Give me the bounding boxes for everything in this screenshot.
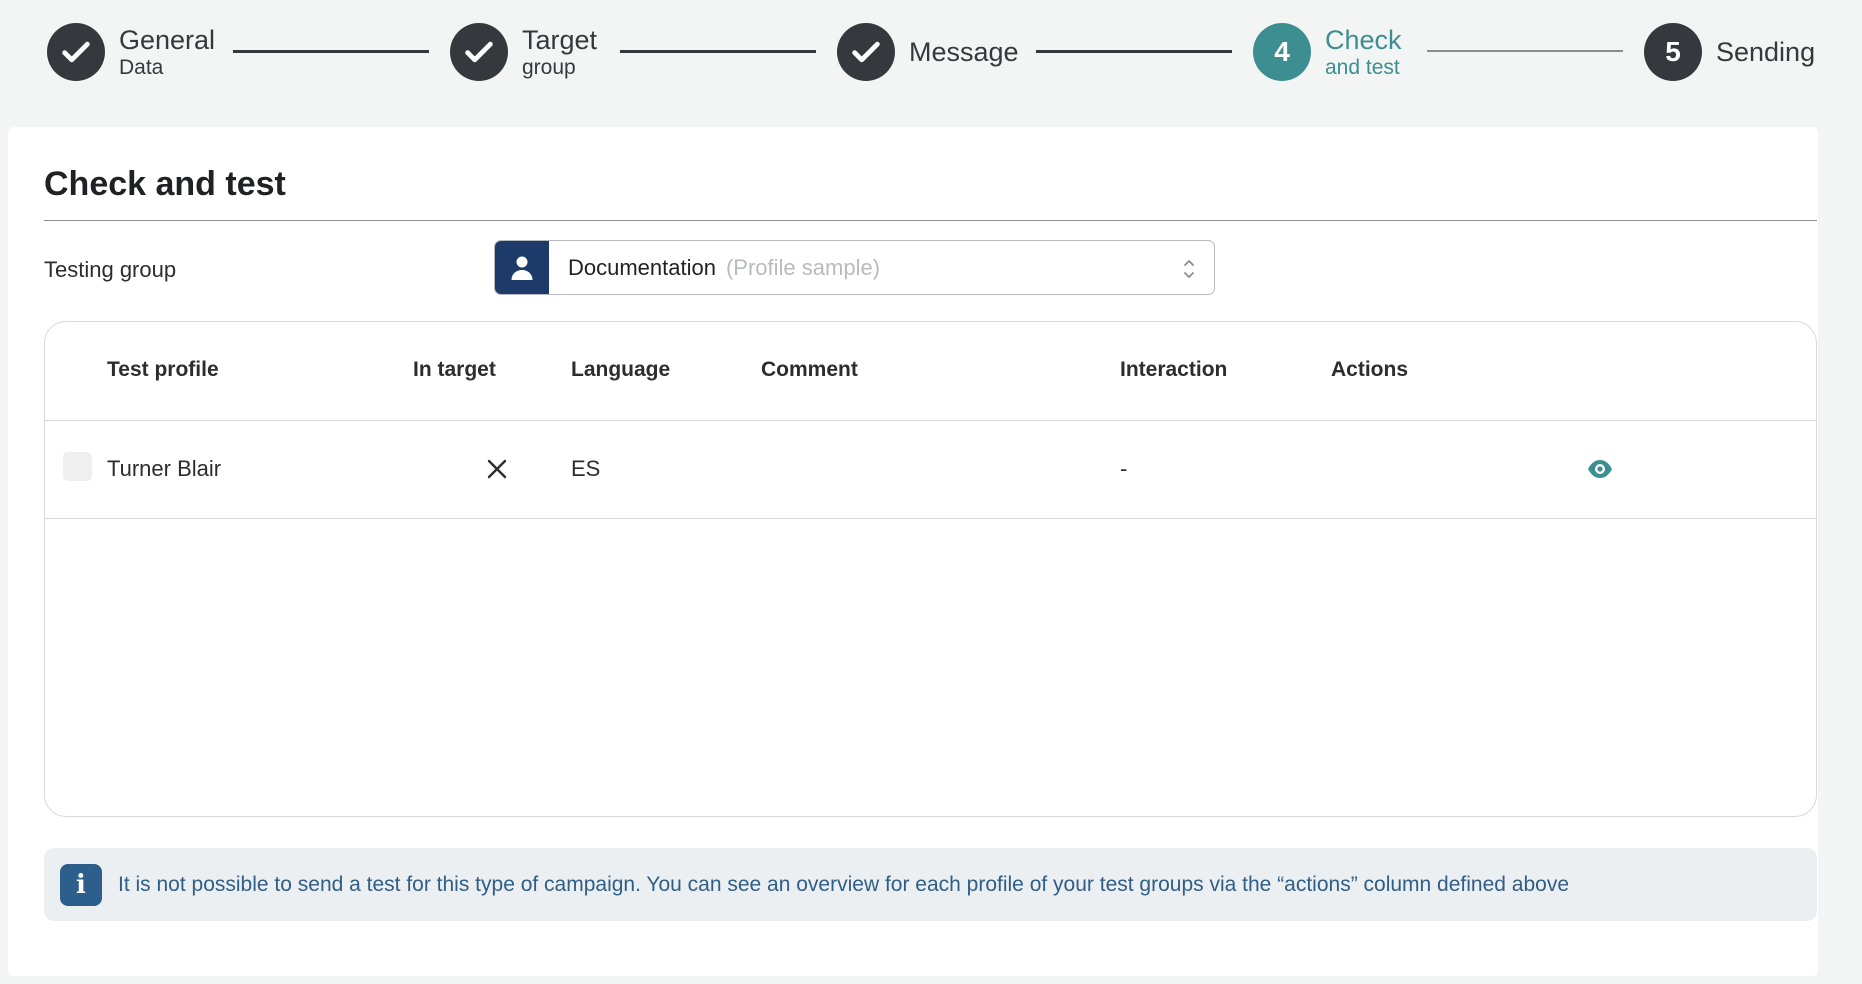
- eye-icon[interactable]: [1586, 458, 1614, 480]
- info-icon: i: [60, 863, 102, 906]
- step-message[interactable]: Message: [837, 23, 1019, 81]
- profile-language: ES: [571, 456, 601, 481]
- profile-interaction: -: [1120, 456, 1128, 481]
- step-done-check-icon: [837, 23, 895, 81]
- check-and-test-card: Check and test Testing group Documentati…: [8, 127, 1818, 976]
- column-header-in-target[interactable]: In target: [413, 358, 496, 382]
- selected-group-hint: (Profile sample): [725, 254, 881, 280]
- step-title: Check: [1325, 24, 1402, 55]
- step-title: General: [119, 24, 216, 55]
- step-sending[interactable]: 5 Sending: [1644, 23, 1815, 81]
- step-title: Target: [522, 24, 598, 55]
- info-message: It is not possible to send a test for th…: [118, 872, 1569, 896]
- progress-stepper: General Data Target group Message 4 Chec…: [0, 0, 1862, 110]
- row-divider: [45, 518, 1816, 519]
- page-title: Check and test: [44, 165, 286, 203]
- info-banner: i It is not possible to send a test for …: [44, 848, 1817, 921]
- step-connector: [1036, 50, 1232, 53]
- step-general-data[interactable]: General Data: [47, 23, 215, 81]
- column-header-actions: Actions: [1331, 358, 1409, 381]
- testing-group-label: Testing group: [44, 257, 177, 282]
- step-done-check-icon: [47, 23, 105, 81]
- step-connector: [1427, 50, 1623, 52]
- step-connector: [620, 50, 816, 53]
- column-header-language[interactable]: Language: [571, 358, 670, 382]
- step-target-group[interactable]: Target group: [450, 23, 597, 81]
- column-header-test-profile[interactable]: Test profile: [107, 358, 219, 382]
- user-icon: [495, 241, 549, 294]
- test-profiles-table: Test profile In target Language Comment …: [44, 321, 1817, 817]
- step-done-check-icon: [450, 23, 508, 81]
- step-connector: [233, 50, 429, 53]
- step-number-badge: 5: [1644, 23, 1702, 81]
- not-in-target-x-icon: [487, 459, 507, 479]
- step-title: Sending: [1716, 36, 1816, 67]
- column-header-comment[interactable]: Comment: [761, 358, 858, 382]
- profile-name: Turner Blair: [107, 456, 222, 481]
- step-title: Message: [909, 36, 1019, 67]
- header-divider: [45, 420, 1816, 421]
- step-subtitle: Data: [119, 55, 164, 79]
- title-divider: [44, 220, 1817, 221]
- selected-group-value: Documentation: [568, 254, 716, 280]
- step-subtitle: and test: [1325, 55, 1400, 79]
- testing-group-select[interactable]: Documentation (Profile sample): [494, 240, 1215, 295]
- step-subtitle: group: [522, 55, 576, 79]
- column-header-interaction[interactable]: Interaction: [1120, 358, 1227, 382]
- step-number-badge: 4: [1253, 23, 1311, 81]
- row-select-checkbox[interactable]: [63, 452, 92, 481]
- step-check-and-test[interactable]: 4 Check and test: [1253, 23, 1402, 81]
- chevron-up-down-icon: [1184, 260, 1194, 278]
